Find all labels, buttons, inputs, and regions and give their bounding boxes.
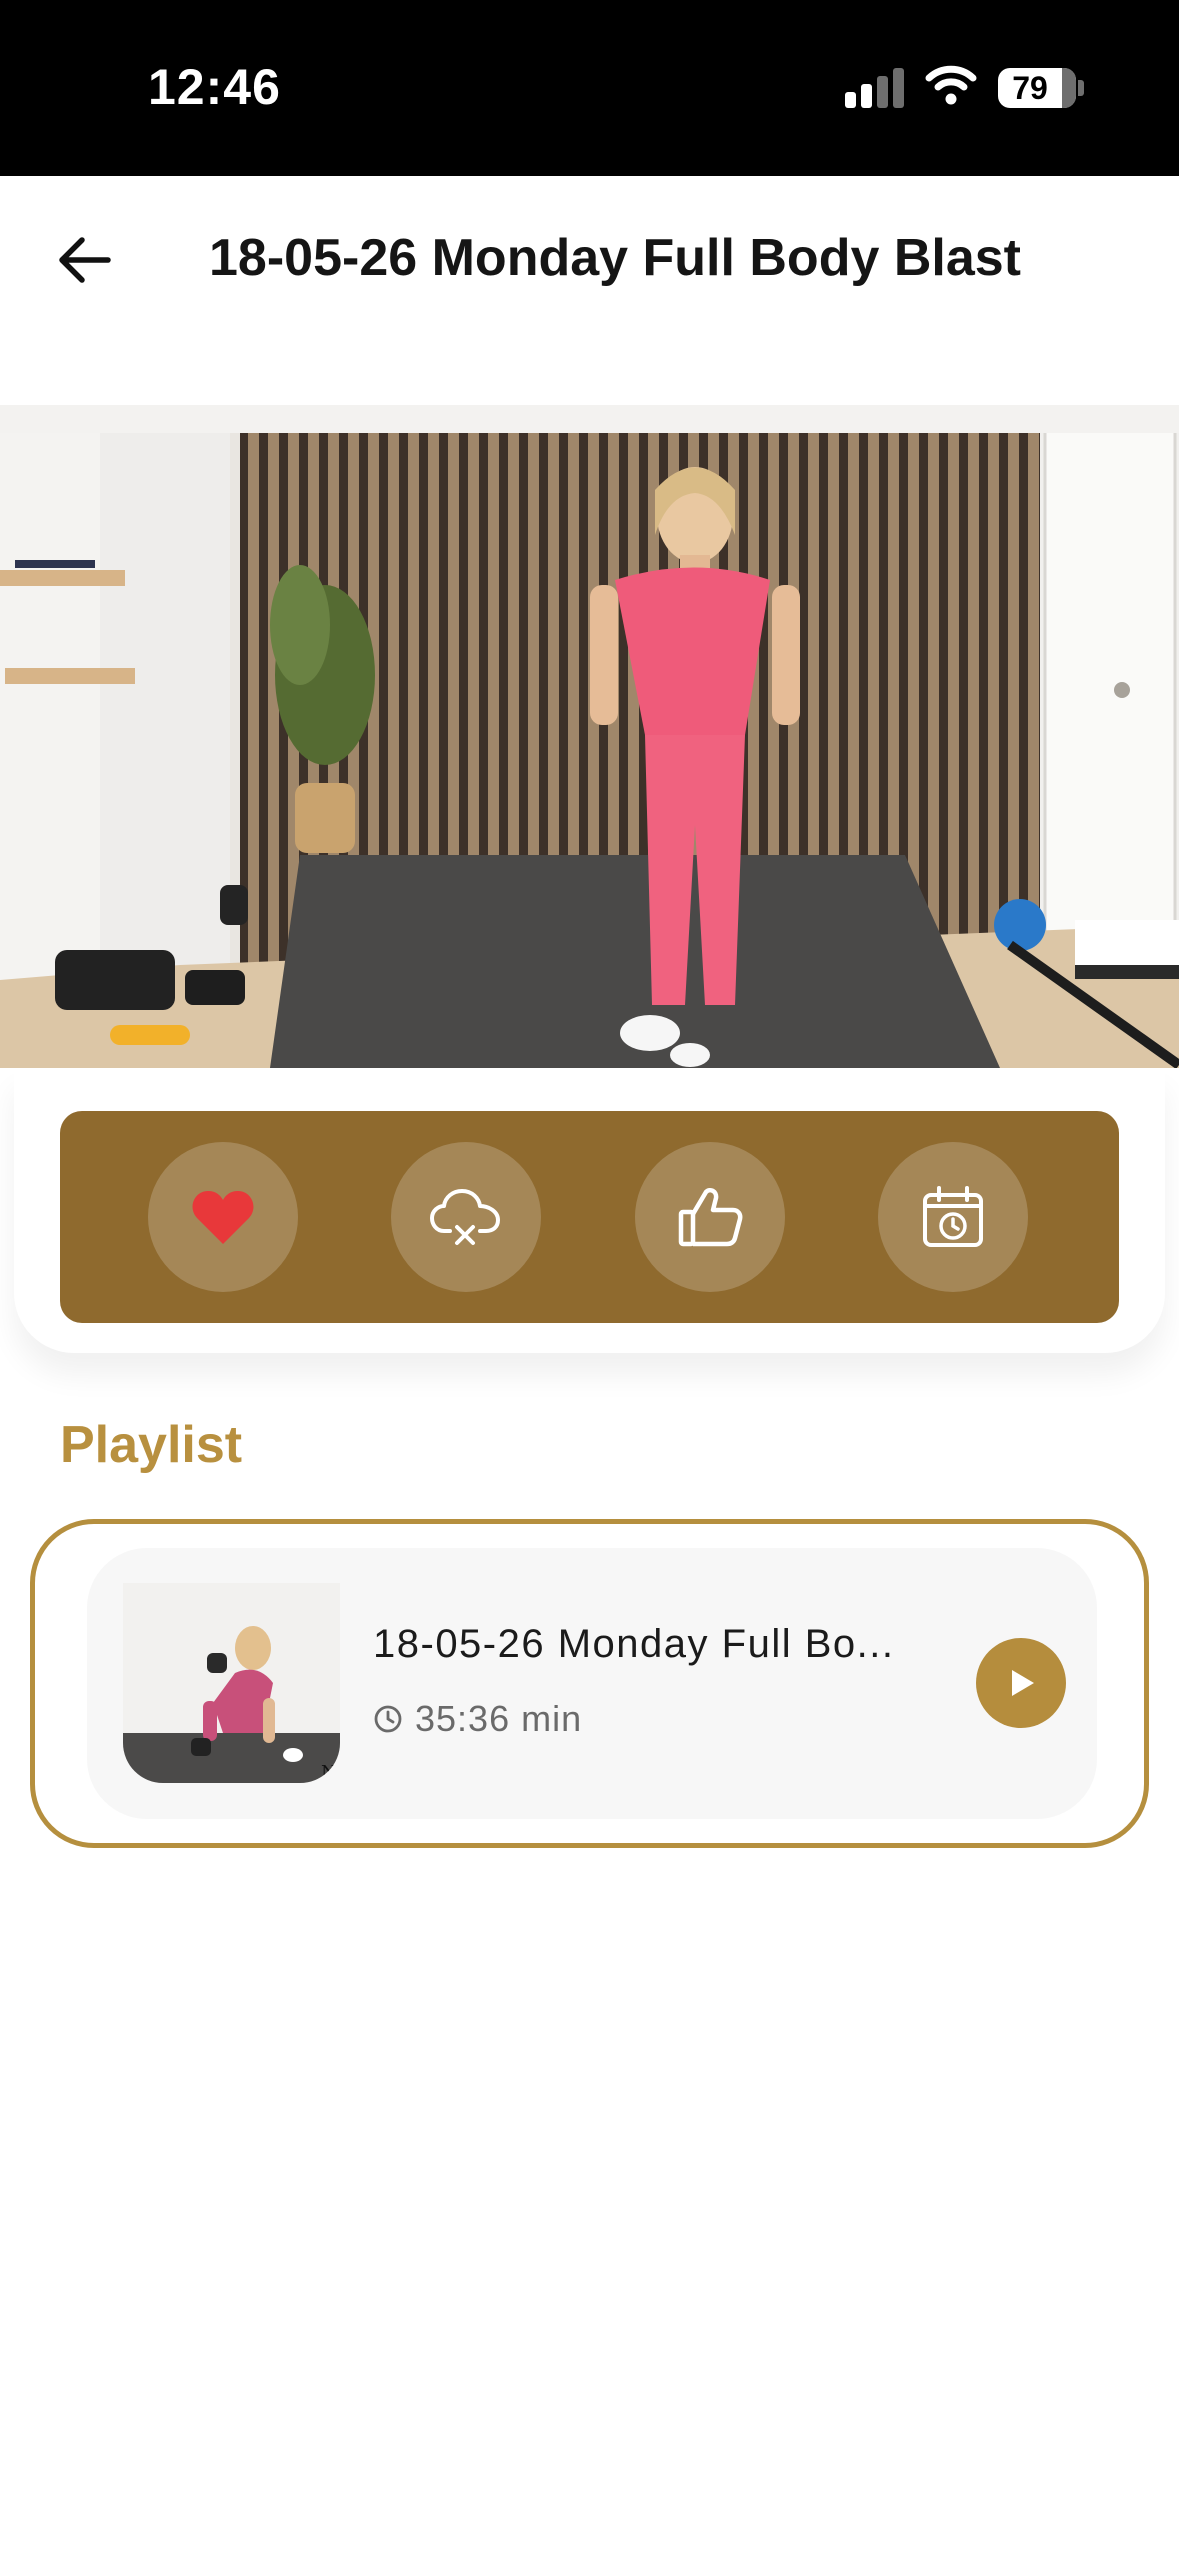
cloud-x-icon bbox=[430, 1189, 500, 1245]
wall-slat bbox=[988, 430, 999, 990]
favorite-button[interactable] bbox=[148, 1142, 298, 1292]
battery-tip bbox=[1078, 80, 1084, 96]
wall-slat bbox=[948, 430, 959, 990]
arrow-left-icon bbox=[59, 237, 111, 283]
play-icon bbox=[1012, 1670, 1034, 1696]
playlist-item-duration: 35:36 min bbox=[373, 1698, 582, 1740]
wall-slat bbox=[968, 430, 979, 990]
action-bar bbox=[60, 1111, 1119, 1323]
video-frame bbox=[0, 405, 1179, 1068]
playlist-frame: N 18-05-26 Monday Full Bo... 35:36 min bbox=[30, 1519, 1149, 1848]
status-bar: 12:46 79 bbox=[0, 0, 1179, 176]
action-card bbox=[14, 1068, 1165, 1353]
download-removed-button[interactable] bbox=[391, 1142, 541, 1292]
play-button[interactable] bbox=[976, 1638, 1066, 1728]
thumbs-up-icon bbox=[678, 1188, 743, 1247]
signal-icon bbox=[845, 66, 905, 108]
thumb-caption: N bbox=[321, 1762, 337, 1783]
wifi-icon bbox=[925, 64, 977, 106]
clock-icon bbox=[374, 1705, 402, 1733]
playlist-item-thumbnail: N bbox=[123, 1583, 340, 1783]
wall-slat bbox=[928, 430, 939, 990]
wall-slat bbox=[268, 430, 279, 990]
header: 18-05-26 Monday Full Body Blast bbox=[0, 176, 1179, 346]
playlist-item[interactable]: N 18-05-26 Monday Full Bo... 35:36 min bbox=[87, 1548, 1097, 1819]
battery-icon: 79 bbox=[998, 68, 1076, 108]
schedule-button[interactable] bbox=[878, 1142, 1028, 1292]
video-player[interactable] bbox=[0, 405, 1179, 1068]
back-button[interactable] bbox=[52, 228, 116, 292]
battery-percentage: 79 bbox=[1012, 70, 1048, 106]
wall-slat bbox=[248, 430, 259, 990]
duration-text: 35:36 min bbox=[415, 1698, 583, 1739]
like-button[interactable] bbox=[635, 1142, 785, 1292]
playlist-heading: Playlist bbox=[60, 1416, 243, 1474]
calendar-clock-icon bbox=[923, 1186, 983, 1247]
heart-icon bbox=[192, 1190, 254, 1244]
page-title: 18-05-26 Monday Full Body Blast bbox=[209, 229, 1021, 287]
playlist-item-title: 18-05-26 Monday Full Bo... bbox=[373, 1622, 895, 1666]
status-time: 12:46 bbox=[148, 59, 281, 115]
